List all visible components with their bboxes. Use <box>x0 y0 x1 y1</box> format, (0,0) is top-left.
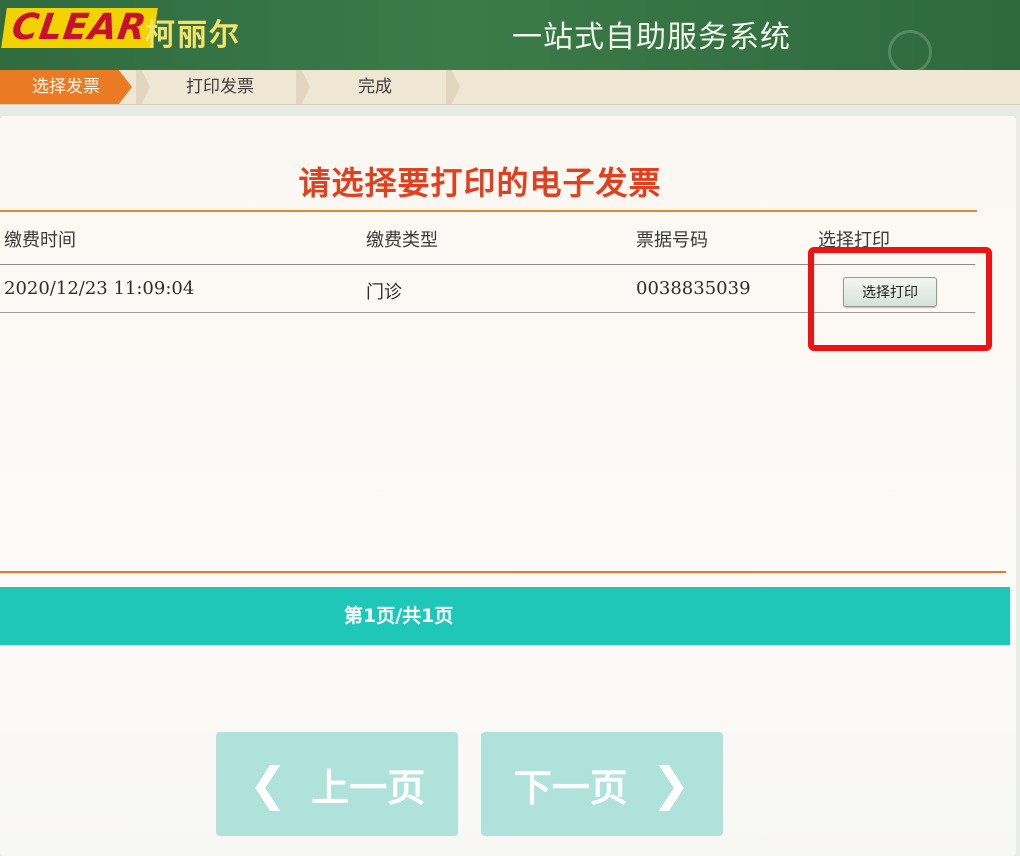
prev-page-button[interactable]: ❮ 上一页 <box>216 732 458 836</box>
column-header-number: 票据号码 <box>636 230 708 251</box>
cell-payment-time: 2020/12/23 11:09:04 <box>4 278 195 299</box>
step-separator <box>446 70 460 104</box>
chevron-right-icon: ❯ <box>651 757 691 811</box>
next-page-button[interactable]: 下一页 ❯ <box>481 732 723 836</box>
brand-name: 柯丽尔 <box>145 18 241 53</box>
step-indicator: 选择发票 打印发票 完成 <box>0 70 1020 105</box>
column-header-type: 缴费类型 <box>366 230 438 251</box>
bottom-divider <box>0 571 1006 573</box>
clear-logo: CLEAR <box>1 7 158 48</box>
page-title: 请选择要打印的电子发票 <box>298 164 662 202</box>
chevron-left-icon: ❮ <box>248 757 288 811</box>
step-separator <box>296 70 310 104</box>
cell-payment-type: 门诊 <box>366 282 402 303</box>
system-title: 一站式自助服务系统 <box>512 20 791 55</box>
cell-invoice-number: 0038835039 <box>636 278 751 299</box>
pagination-bar: 第1页/共1页 <box>0 587 1010 645</box>
decorative-circle-icon <box>888 30 932 70</box>
step-select-invoice: 选择发票 <box>0 70 132 104</box>
step-print-invoice: 打印发票 <box>186 77 254 97</box>
next-page-label: 下一页 <box>513 765 628 810</box>
step-complete: 完成 <box>358 77 392 97</box>
highlight-annotation <box>808 247 992 351</box>
title-divider <box>0 210 977 212</box>
page-indicator: 第1页/共1页 <box>344 605 454 627</box>
app-header: CLEAR 柯丽尔 一站式自助服务系统 <box>0 0 1020 70</box>
prev-page-label: 上一页 <box>311 765 426 810</box>
column-header-time: 缴费时间 <box>4 230 76 251</box>
step-separator <box>136 70 150 104</box>
